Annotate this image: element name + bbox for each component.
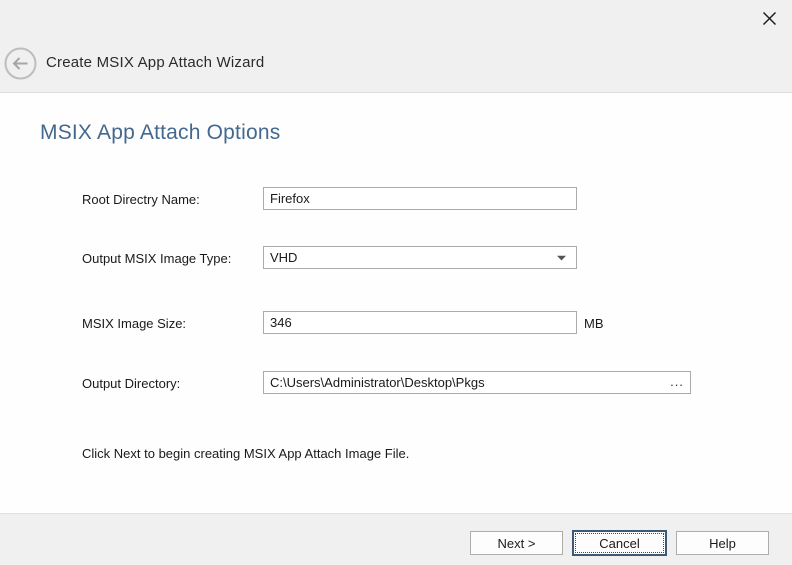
output-directory-input[interactable] bbox=[263, 371, 691, 394]
cancel-button[interactable]: Cancel bbox=[572, 530, 667, 556]
chevron-down-icon bbox=[557, 255, 566, 261]
instruction-text: Click Next to begin creating MSIX App At… bbox=[82, 446, 409, 461]
output-directory-label: Output Directory: bbox=[82, 376, 180, 391]
close-button[interactable] bbox=[759, 8, 779, 28]
next-button[interactable]: Next > bbox=[470, 531, 563, 555]
size-unit-label: MB bbox=[584, 316, 604, 331]
msix-image-size-label: MSIX Image Size: bbox=[82, 316, 186, 331]
output-msix-image-type-label: Output MSIX Image Type: bbox=[82, 251, 231, 266]
wizard-title: Create MSIX App Attach Wizard bbox=[46, 54, 264, 71]
browse-button[interactable]: ... bbox=[666, 372, 688, 391]
selected-image-type: VHD bbox=[270, 250, 557, 265]
root-directory-name-label: Root Directry Name: bbox=[82, 192, 200, 207]
help-button[interactable]: Help bbox=[676, 531, 769, 555]
wizard-body: MSIX App Attach Options Root Directry Na… bbox=[0, 94, 792, 513]
msix-image-size-input[interactable] bbox=[263, 311, 577, 334]
page-title: MSIX App Attach Options bbox=[40, 121, 280, 145]
wizard-dialog: Create MSIX App Attach Wizard MSIX App A… bbox=[0, 0, 792, 565]
root-directory-name-input[interactable] bbox=[263, 187, 577, 210]
output-msix-image-type-select[interactable]: VHD bbox=[263, 246, 577, 269]
wizard-footer: Next > Cancel Help bbox=[0, 513, 792, 565]
wizard-header: Create MSIX App Attach Wizard bbox=[0, 0, 792, 93]
close-icon bbox=[762, 11, 777, 26]
back-button[interactable] bbox=[4, 47, 37, 80]
back-arrow-icon bbox=[4, 47, 37, 80]
